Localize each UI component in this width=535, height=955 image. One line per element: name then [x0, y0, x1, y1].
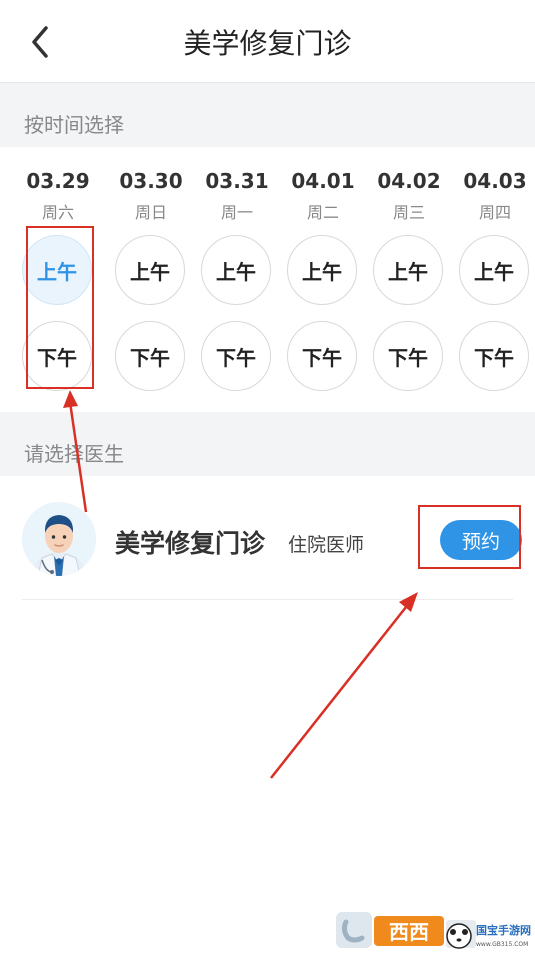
date-label: 04.01 [291, 169, 355, 193]
weekday-label: 周日 [134, 203, 167, 222]
doctor-name: 美学修复门诊 [115, 529, 266, 558]
pm-slot-button[interactable]: 下午 [115, 321, 185, 391]
weekday-label: 周三 [392, 203, 425, 222]
page-title: 美学修复门诊 [183, 27, 352, 60]
doctor-list-item[interactable]: 美学修复门诊 住院医师 预约 [0, 476, 535, 600]
doctor-section-label: 请选择医生 [24, 442, 124, 466]
weekday-label: 周六 [41, 203, 74, 222]
watermark-sub-text: 国宝手游网 [476, 923, 531, 937]
date-label: 03.30 [119, 169, 183, 193]
weekday-label: 周一 [220, 203, 253, 222]
pm-slot-button[interactable]: 下午 [201, 321, 271, 391]
time-section-header: 按时间选择 [0, 83, 535, 147]
watermark-url-text: www.GB315.COM [476, 941, 528, 948]
doctor-title: 住院医师 [288, 534, 365, 556]
date-label: 03.31 [205, 169, 269, 193]
doctor-avatar-icon [22, 502, 96, 576]
row-divider [22, 599, 513, 600]
am-slot-button[interactable]: 上午 [22, 235, 92, 305]
weekday-label: 周四 [478, 203, 511, 222]
pm-slot-button[interactable]: 下午 [22, 321, 92, 391]
pm-slot-button[interactable]: 下午 [373, 321, 443, 391]
top-bar: 美学修复门诊 [0, 0, 535, 83]
date-label: 03.29 [26, 169, 90, 193]
date-slot-grid: 03.29 周六 上午 下午 03.30 周日 上午 下午 03.31 周一 上… [0, 147, 535, 412]
book-appointment-button[interactable]: 预约 [440, 520, 522, 560]
site-watermark-logo: 西西 国宝手游网 www.GB315.COM [334, 902, 535, 951]
pm-slot-button[interactable]: 下午 [459, 321, 529, 391]
pm-slot-button[interactable]: 下午 [287, 321, 357, 391]
date-label: 04.03 [463, 169, 527, 193]
watermark-main-text: 西西 [389, 920, 429, 944]
am-slot-button[interactable]: 上午 [115, 235, 185, 305]
am-slot-button[interactable]: 上午 [201, 235, 271, 305]
date-label: 04.02 [377, 169, 441, 193]
weekday-label: 周二 [306, 203, 339, 222]
am-slot-button[interactable]: 上午 [373, 235, 443, 305]
time-section-label: 按时间选择 [24, 113, 124, 137]
doctor-section-header: 请选择医生 [0, 412, 535, 476]
am-slot-button[interactable]: 上午 [287, 235, 357, 305]
am-slot-button[interactable]: 上午 [459, 235, 529, 305]
